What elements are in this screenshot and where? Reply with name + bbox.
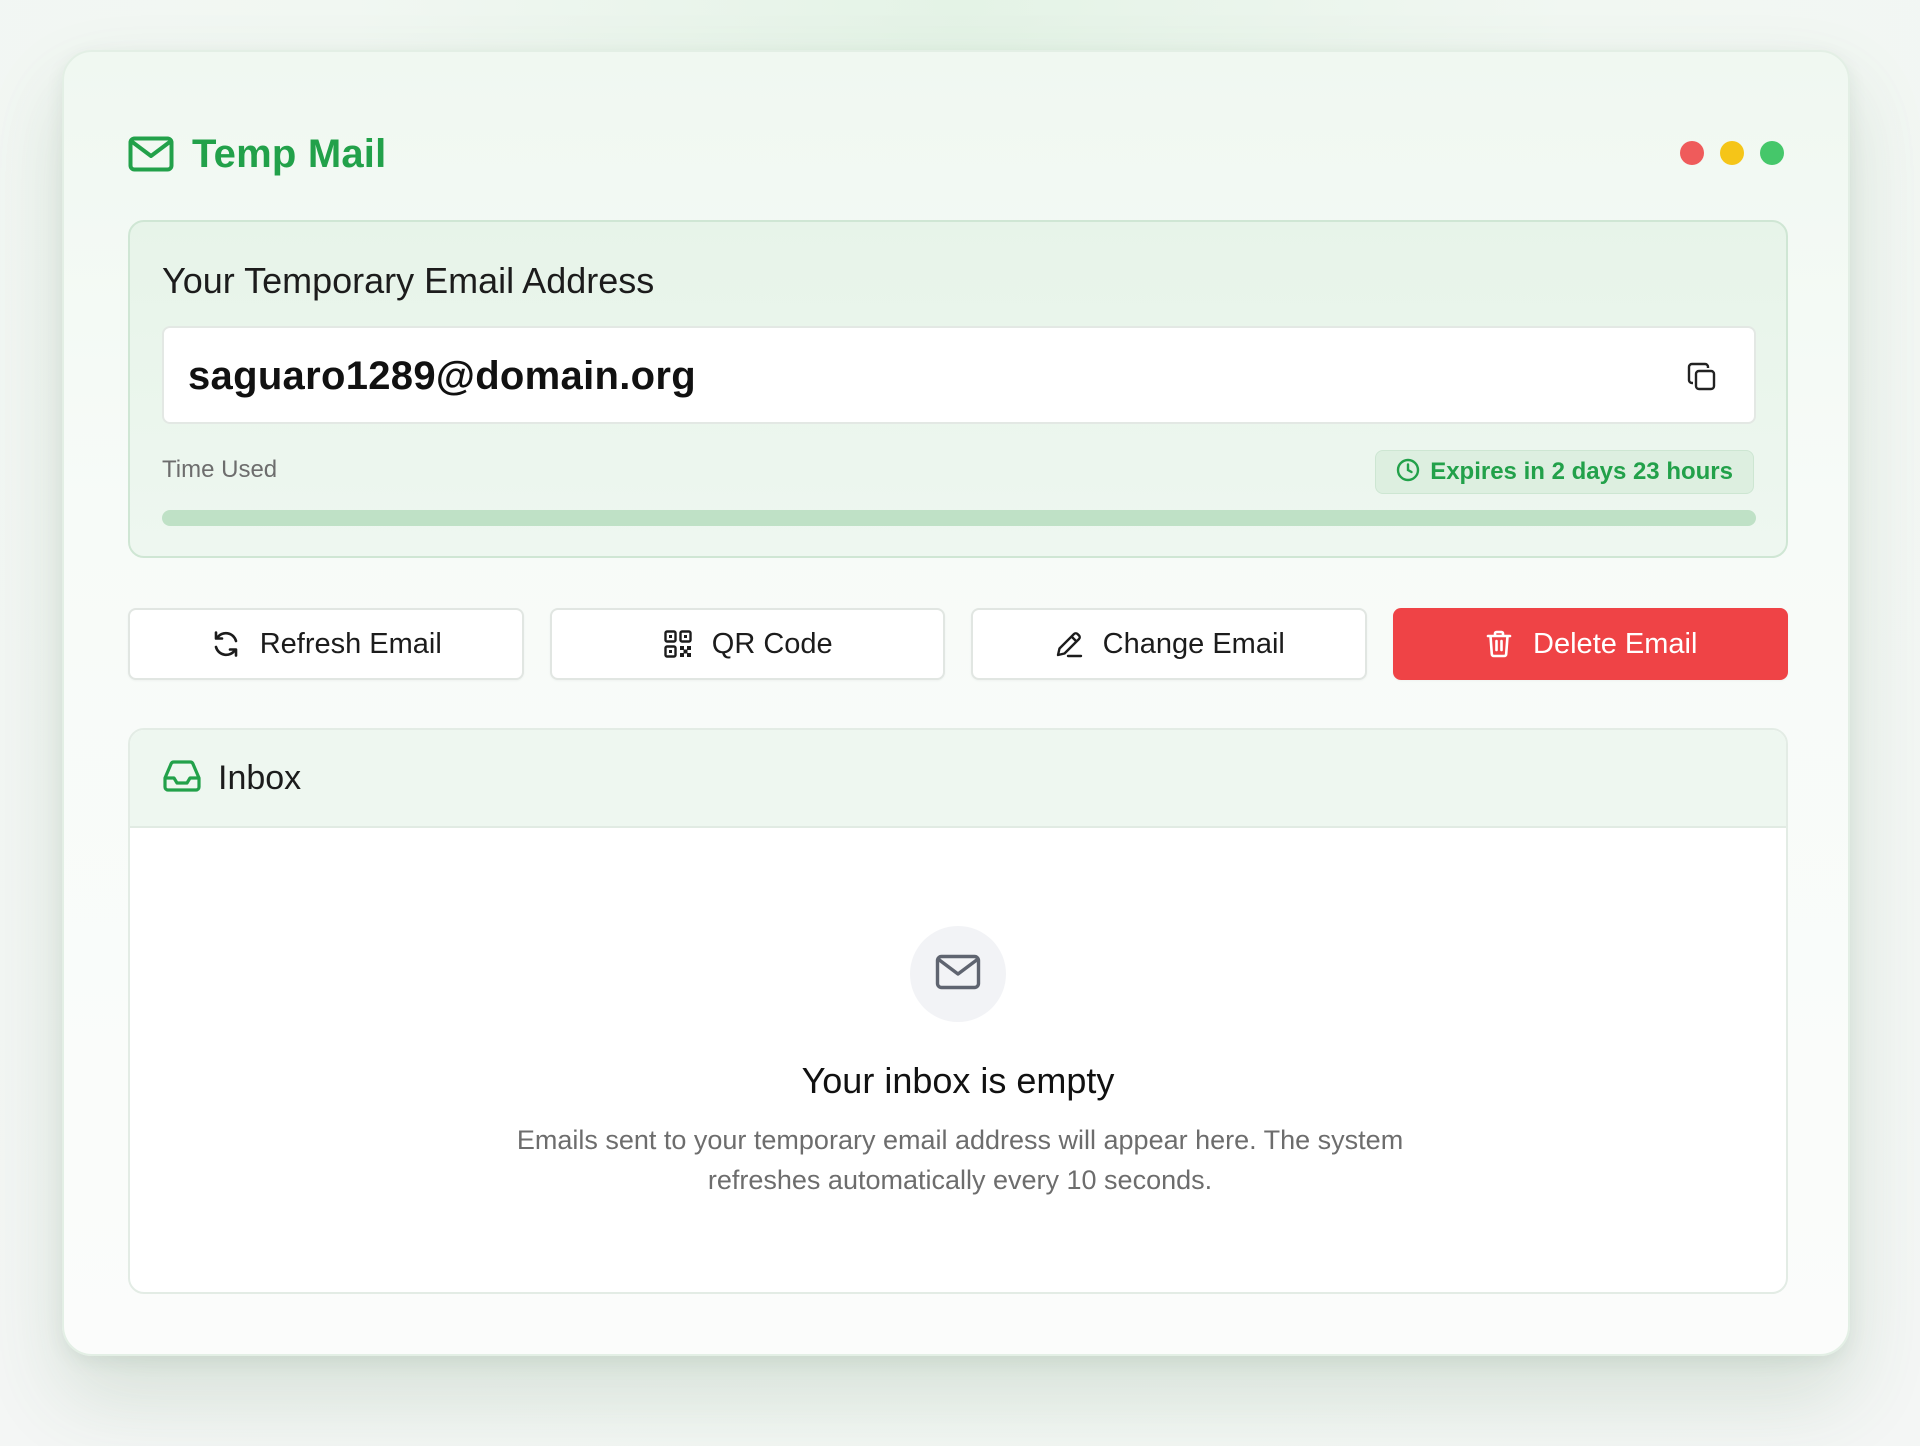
- email-address-field[interactable]: saguaro1289@domain.org: [162, 326, 1756, 424]
- minimize-window-dot[interactable]: [1720, 141, 1744, 165]
- qr-code-label: QR Code: [711, 627, 833, 660]
- change-email-label: Change Email: [1102, 627, 1285, 660]
- delete-email-button[interactable]: Delete Email: [1392, 608, 1788, 680]
- expiry-badge: Expires in 2 days 23 hours: [1375, 450, 1754, 494]
- empty-state-description: Emails sent to your temporary email addr…: [516, 1125, 1404, 1195]
- expiry-text: Expires in 2 days 23 hours: [1430, 458, 1733, 485]
- time-used-progress: [162, 510, 1756, 526]
- window-controls: [1680, 141, 1784, 165]
- inbox-panel: Inbox Your inbox is empty Emails sent to…: [128, 728, 1788, 1294]
- refresh-icon: [210, 628, 242, 660]
- email-address-card: Your Temporary Email Address saguaro1289…: [128, 220, 1788, 558]
- app-logo: Temp Mail: [128, 124, 386, 184]
- copy-icon[interactable]: [1684, 359, 1720, 395]
- inbox-title: Inbox: [218, 758, 302, 797]
- refresh-email-button[interactable]: Refresh Email: [128, 608, 524, 680]
- clock-icon: [1396, 458, 1420, 487]
- inbox-icon: [162, 759, 202, 797]
- pencil-icon: [1053, 628, 1085, 660]
- change-email-button[interactable]: Change Email: [971, 608, 1367, 680]
- refresh-email-label: Refresh Email: [259, 627, 442, 660]
- time-used-progress-fill: [162, 510, 1756, 526]
- email-address-value[interactable]: saguaro1289@domain.org: [188, 354, 696, 399]
- close-window-dot[interactable]: [1680, 141, 1704, 165]
- card-title: Your Temporary Email Address: [162, 260, 655, 301]
- empty-state-badge: [910, 926, 1006, 1022]
- delete-email-label: Delete Email: [1533, 627, 1698, 660]
- inbox-header: Inbox: [130, 730, 1786, 828]
- action-bar: Refresh Email QR Code Change Email Delet…: [128, 608, 1788, 680]
- mail-icon: [128, 131, 174, 177]
- empty-state-title: Your inbox is empty: [801, 1060, 1115, 1101]
- qr-code-button[interactable]: QR Code: [549, 608, 945, 680]
- trash-icon: [1483, 628, 1515, 660]
- qr-code-icon: [662, 628, 694, 660]
- app-window: Temp Mail Your Temporary Email Address s…: [62, 50, 1850, 1356]
- mail-icon: [935, 954, 981, 995]
- time-used-label: Time Used: [162, 456, 278, 483]
- maximize-window-dot[interactable]: [1760, 141, 1784, 165]
- app-header: Temp Mail: [128, 124, 1784, 184]
- app-title: Temp Mail: [192, 131, 387, 176]
